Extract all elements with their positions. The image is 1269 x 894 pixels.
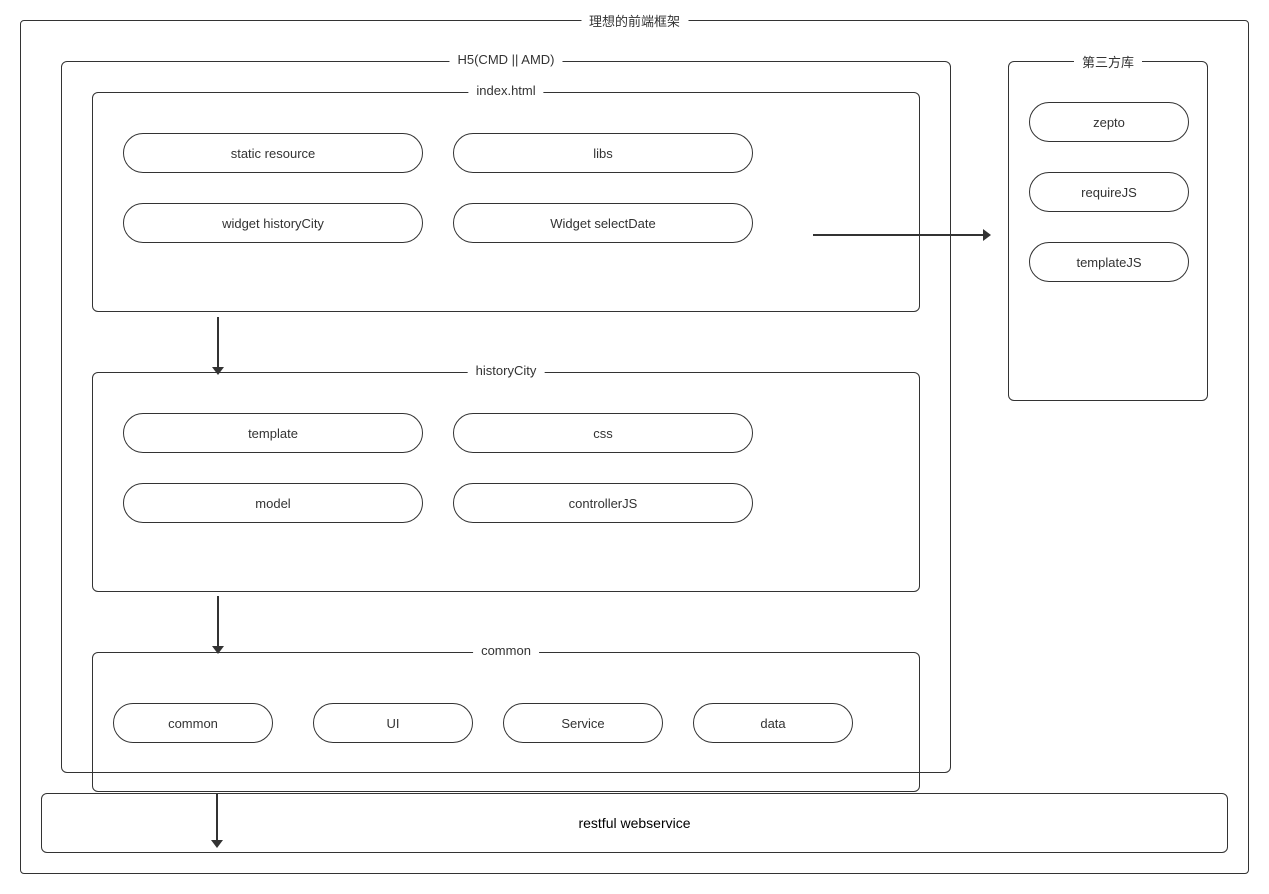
index-title: index.html bbox=[468, 83, 543, 98]
history-box: historyCity template css model controlle… bbox=[92, 372, 920, 592]
model-pill: model bbox=[123, 483, 423, 523]
static-resource-pill: static resource bbox=[123, 133, 423, 173]
arrow-history-to-common bbox=[212, 596, 224, 654]
restful-box: restful webservice bbox=[41, 793, 1228, 853]
templatejs-pill: templateJS bbox=[1029, 242, 1189, 282]
libs-pill: libs bbox=[453, 133, 753, 173]
third-party-box: 第三方库 zepto requireJS templateJS bbox=[1008, 61, 1208, 401]
common-outer-box: common common UI Service data bbox=[92, 652, 920, 792]
zepto-pill: zepto bbox=[1029, 102, 1189, 142]
main-title: 理想的前端框架 bbox=[581, 11, 688, 30]
service-pill: Service bbox=[503, 703, 663, 743]
common-pill: common bbox=[113, 703, 273, 743]
arrow-index-to-history bbox=[212, 317, 224, 375]
data-pill: data bbox=[693, 703, 853, 743]
common-outer-title: common bbox=[473, 643, 539, 658]
history-title: historyCity bbox=[468, 363, 545, 378]
ui-pill: UI bbox=[313, 703, 473, 743]
restful-label: restful webservice bbox=[578, 815, 690, 831]
index-box: index.html static resource libs widget h… bbox=[92, 92, 920, 312]
h5-area: H5(CMD || AMD) index.html static resourc… bbox=[61, 61, 951, 773]
template-pill: template bbox=[123, 413, 423, 453]
controller-pill: controllerJS bbox=[453, 483, 753, 523]
h5-title: H5(CMD || AMD) bbox=[449, 52, 562, 67]
requirejs-pill: requireJS bbox=[1029, 172, 1189, 212]
third-party-title: 第三方库 bbox=[1074, 52, 1142, 71]
main-container: 理想的前端框架 H5(CMD || AMD) index.html static… bbox=[20, 20, 1249, 874]
widget-history-pill: widget historyCity bbox=[123, 203, 423, 243]
css-pill: css bbox=[453, 413, 753, 453]
arrow-libs-to-thirdparty bbox=[813, 229, 991, 241]
widget-select-pill: Widget selectDate bbox=[453, 203, 753, 243]
